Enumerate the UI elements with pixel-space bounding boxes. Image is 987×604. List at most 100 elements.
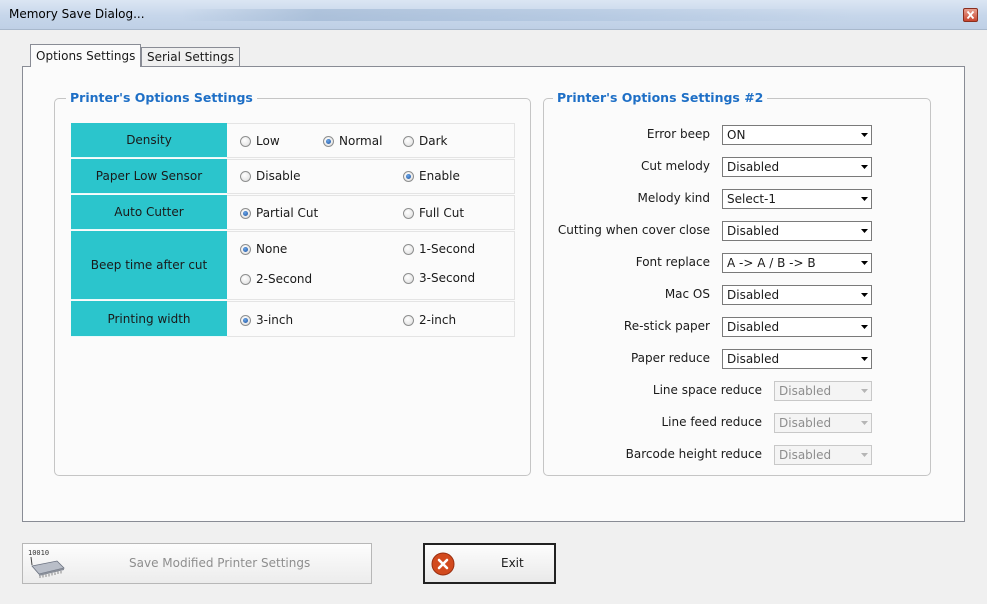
save-button-label: Save Modified Printer Settings (129, 556, 311, 570)
cutting-cover-close-select[interactable]: Disabled (722, 221, 872, 241)
title-bar: Memory Save Dialog... (0, 0, 987, 30)
tab-label: Serial Settings (147, 50, 234, 64)
beep-3-second-radio[interactable]: 3-Second (403, 271, 475, 285)
line-space-reduce-select[interactable]: Disabled (774, 381, 872, 401)
select-value: Select-1 (727, 192, 776, 206)
radio-circle (240, 243, 251, 255)
printer-options-2-group-title: Printer's Options Settings #2 (553, 90, 768, 105)
radio-circle (240, 314, 251, 326)
re-stick-paper-select[interactable]: Disabled (722, 317, 872, 337)
mac-os-select[interactable]: Disabled (722, 285, 872, 305)
beep-2-second-radio[interactable]: 2-Second (240, 272, 312, 286)
beep-1-second-radio[interactable]: 1-Second (403, 242, 475, 256)
radio-label: 2-Second (256, 272, 313, 286)
density-low-radio[interactable]: Low (240, 134, 280, 148)
line-space-reduce-label: Line space reduce (652, 383, 762, 397)
radio-label: Disable (256, 169, 301, 183)
exit-button[interactable]: Exit (423, 543, 556, 584)
cut-melody-label: Cut melody (641, 159, 710, 173)
printer-options-group-title: Printer's Options Settings (66, 90, 257, 105)
radio-label: 1-Second (419, 242, 476, 256)
select-value: Disabled (779, 448, 832, 462)
radio-label: 2-inch (419, 313, 457, 327)
tab-options-settings[interactable]: Options Settings (30, 44, 142, 67)
auto-cutter-label: Auto Cutter (71, 195, 227, 230)
cutting-cover-close-label: Cutting when cover close (557, 223, 710, 237)
dropdown-arrow-icon (857, 453, 871, 457)
select-value: Disabled (727, 320, 780, 334)
paper-reduce-label: Paper reduce (630, 351, 710, 365)
select-value: Disabled (779, 384, 832, 398)
radio-circle (403, 207, 414, 219)
radio-circle (403, 135, 414, 147)
paper-low-sensor-enable-radio[interactable]: Enable (403, 169, 460, 183)
title-bar-glass (180, 9, 860, 21)
melody-kind-select[interactable]: Select-1 (722, 189, 872, 209)
tab-serial-settings[interactable]: Serial Settings (141, 47, 240, 67)
barcode-height-reduce-select[interactable]: Disabled (774, 445, 872, 465)
font-replace-label: Font replace (635, 255, 710, 269)
error-beep-label: Error beep (646, 127, 710, 141)
line-feed-reduce-label: Line feed reduce (661, 415, 763, 429)
radio-label: Partial Cut (256, 206, 319, 220)
font-replace-select[interactable]: A -> A / B -> B (722, 253, 872, 273)
melody-kind-label: Melody kind (637, 191, 710, 205)
radio-label: None (256, 242, 288, 256)
dropdown-arrow-icon (857, 357, 871, 361)
dropdown-arrow-icon (857, 325, 871, 329)
cut-melody-select[interactable]: Disabled (722, 157, 872, 177)
barcode-height-reduce-label: Barcode height reduce (625, 447, 762, 461)
radio-circle (403, 243, 414, 255)
paper-low-sensor-disable-radio[interactable]: Disable (240, 169, 301, 183)
radio-label: Full Cut (419, 206, 465, 220)
radio-label: Enable (419, 169, 460, 183)
svg-text:10010: 10010 (28, 549, 49, 557)
paper-reduce-select[interactable]: Disabled (722, 349, 872, 369)
density-dark-radio[interactable]: Dark (403, 134, 447, 148)
line-feed-reduce-select[interactable]: Disabled (774, 413, 872, 433)
radio-label: 3-Second (419, 271, 476, 285)
select-value: Disabled (779, 416, 832, 430)
select-value: ON (727, 128, 746, 142)
radio-label: 3-inch (256, 313, 294, 327)
density-normal-radio[interactable]: Normal (323, 134, 382, 148)
radio-circle (403, 314, 414, 326)
dropdown-arrow-icon (857, 197, 871, 201)
printing-width-3-inch-radio[interactable]: 3-inch (240, 313, 293, 327)
radio-label: Low (256, 134, 280, 148)
select-value: Disabled (727, 160, 780, 174)
beep-time-label: Beep time after cut (71, 231, 227, 300)
select-value: Disabled (727, 288, 780, 302)
paper-low-sensor-label: Paper Low Sensor (71, 159, 227, 194)
select-value: Disabled (727, 352, 780, 366)
close-icon (966, 10, 975, 20)
window-close-button[interactable] (963, 8, 978, 22)
dropdown-arrow-icon (857, 421, 871, 425)
select-value: Disabled (727, 224, 780, 238)
beep-none-radio[interactable]: None (240, 242, 287, 256)
auto-cutter-full-cut-radio[interactable]: Full Cut (403, 206, 464, 220)
window-title: Memory Save Dialog... (9, 7, 145, 21)
dropdown-arrow-icon (857, 133, 871, 137)
radio-circle (240, 135, 251, 147)
re-stick-paper-label: Re-stick paper (623, 319, 710, 333)
printing-width-label: Printing width (71, 301, 227, 337)
dropdown-arrow-icon (857, 293, 871, 297)
printing-width-2-inch-radio[interactable]: 2-inch (403, 313, 456, 327)
auto-cutter-partial-cut-radio[interactable]: Partial Cut (240, 206, 318, 220)
radio-circle (240, 170, 251, 182)
dropdown-arrow-icon (857, 165, 871, 169)
mac-os-label: Mac OS (664, 287, 710, 301)
radio-circle (403, 170, 414, 182)
radio-label: Normal (339, 134, 383, 148)
dropdown-arrow-icon (857, 229, 871, 233)
exit-button-label: Exit (501, 556, 524, 570)
density-label: Density (71, 123, 227, 158)
dropdown-arrow-icon (857, 389, 871, 393)
radio-circle (323, 135, 334, 147)
radio-circle (240, 273, 251, 285)
select-value: A -> A / B -> B (727, 256, 816, 270)
dropdown-arrow-icon (857, 261, 871, 265)
error-beep-select[interactable]: ON (722, 125, 872, 145)
save-modified-settings-button[interactable]: 10010 Save Modified Printer Settings (22, 543, 372, 584)
